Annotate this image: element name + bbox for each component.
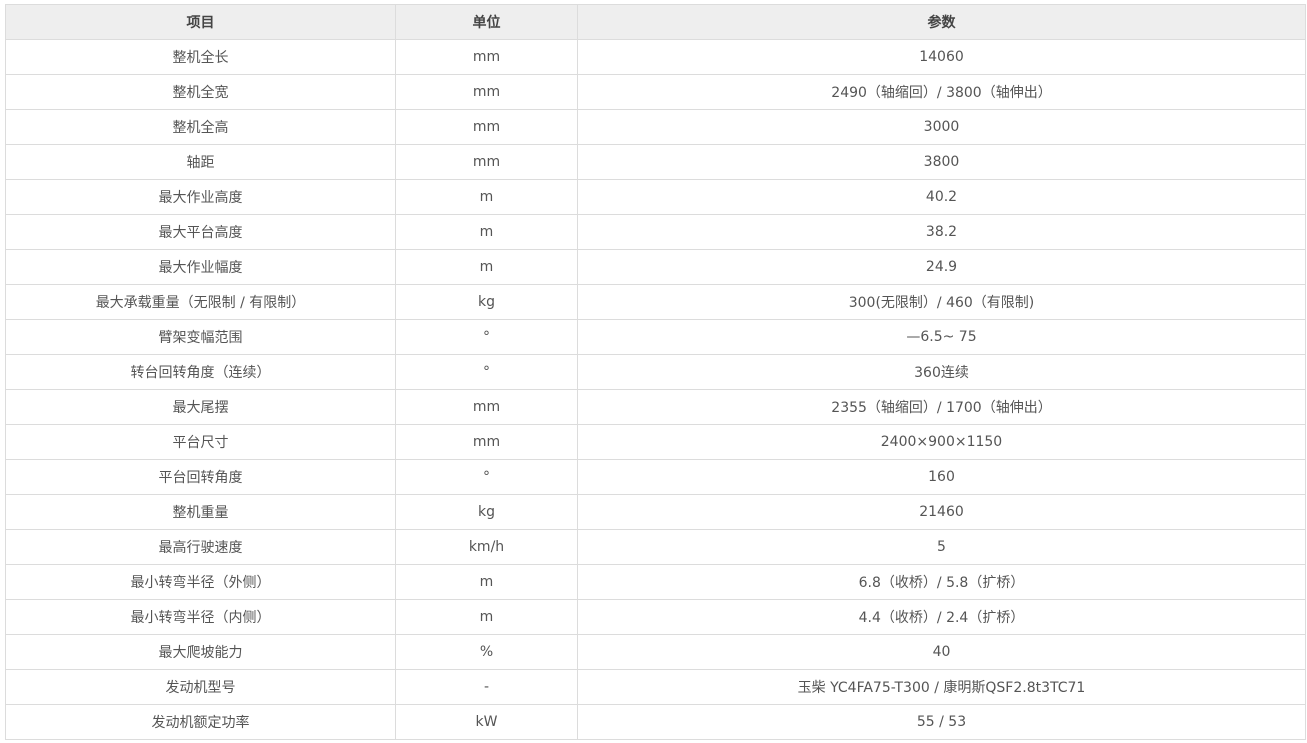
unit-cell: mm (395, 389, 578, 425)
item-cell: 发动机型号 (5, 669, 396, 705)
value-cell: 3800 (577, 144, 1306, 180)
item-cell: 最大作业幅度 (5, 249, 396, 285)
table-row: 整机全宽 mm 2490（轴缩回）/ 3800（轴伸出） (5, 74, 1306, 110)
unit-cell: ° (395, 354, 578, 390)
item-cell: 最高行驶速度 (5, 529, 396, 565)
table-row: 最大爬坡能力 % 40 (5, 634, 1306, 670)
value-cell: 5 (577, 529, 1306, 565)
item-cell: 整机重量 (5, 494, 396, 530)
value-cell: 55 / 53 (577, 704, 1306, 740)
table-row: 最小转弯半径（内侧） m 4.4（收桥）/ 2.4（扩桥） (5, 599, 1306, 635)
item-cell: 平台尺寸 (5, 424, 396, 460)
unit-cell: m (395, 564, 578, 600)
value-cell: —6.5~ 75 (577, 319, 1306, 355)
item-cell: 最小转弯半径（外侧） (5, 564, 396, 600)
table-row: 最大作业幅度 m 24.9 (5, 249, 1306, 285)
item-cell: 最大尾摆 (5, 389, 396, 425)
spec-table-header: 项目 单位 参数 (5, 4, 1306, 40)
unit-cell: % (395, 634, 578, 670)
table-row: 最大作业高度 m 40.2 (5, 179, 1306, 215)
header-value: 参数 (577, 4, 1306, 40)
table-row: 最小转弯半径（外侧） m 6.8（收桥）/ 5.8（扩桥） (5, 564, 1306, 600)
spec-table: 项目 单位 参数 整机全长 mm 14060 整机全宽 mm 2490（轴缩回）… (5, 4, 1306, 740)
table-row: 最高行驶速度 km/h 5 (5, 529, 1306, 565)
spec-table-body: 整机全长 mm 14060 整机全宽 mm 2490（轴缩回）/ 3800（轴伸… (5, 39, 1306, 740)
item-cell: 平台回转角度 (5, 459, 396, 495)
header-unit: 单位 (395, 4, 578, 40)
unit-cell: - (395, 669, 578, 705)
value-cell: 2355（轴缩回）/ 1700（轴伸出） (577, 389, 1306, 425)
value-cell: 24.9 (577, 249, 1306, 285)
value-cell: 160 (577, 459, 1306, 495)
table-row: 轴距 mm 3800 (5, 144, 1306, 180)
item-cell: 最大平台高度 (5, 214, 396, 250)
unit-cell: kg (395, 494, 578, 530)
value-cell: 4.4（收桥）/ 2.4（扩桥） (577, 599, 1306, 635)
item-cell: 最大爬坡能力 (5, 634, 396, 670)
value-cell: 3000 (577, 109, 1306, 145)
table-row: 发动机额定功率 kW 55 / 53 (5, 704, 1306, 740)
value-cell: 40 (577, 634, 1306, 670)
unit-cell: m (395, 179, 578, 215)
value-cell: 2400×900×1150 (577, 424, 1306, 460)
value-cell: 360连续 (577, 354, 1306, 390)
item-cell: 最小转弯半径（内侧） (5, 599, 396, 635)
unit-cell: kg (395, 284, 578, 320)
unit-cell: ° (395, 319, 578, 355)
table-row: 整机全长 mm 14060 (5, 39, 1306, 75)
table-row: 最大承载重量（无限制 / 有限制） kg 300(无限制）/ 460（有限制) (5, 284, 1306, 320)
unit-cell: km/h (395, 529, 578, 565)
item-cell: 发动机额定功率 (5, 704, 396, 740)
item-cell: 臂架变幅范围 (5, 319, 396, 355)
unit-cell: ° (395, 459, 578, 495)
header-row: 项目 单位 参数 (5, 4, 1306, 40)
item-cell: 最大承载重量（无限制 / 有限制） (5, 284, 396, 320)
value-cell: 300(无限制）/ 460（有限制) (577, 284, 1306, 320)
value-cell: 38.2 (577, 214, 1306, 250)
value-cell: 40.2 (577, 179, 1306, 215)
table-row: 整机全高 mm 3000 (5, 109, 1306, 145)
unit-cell: mm (395, 39, 578, 75)
value-cell: 6.8（收桥）/ 5.8（扩桥） (577, 564, 1306, 600)
value-cell: 玉柴 YC4FA75-T300 / 康明斯QSF2.8t3TC71 (577, 669, 1306, 705)
item-cell: 整机全宽 (5, 74, 396, 110)
table-row: 最大平台高度 m 38.2 (5, 214, 1306, 250)
unit-cell: m (395, 599, 578, 635)
item-cell: 整机全高 (5, 109, 396, 145)
table-row: 平台回转角度 ° 160 (5, 459, 1306, 495)
table-row: 平台尺寸 mm 2400×900×1150 (5, 424, 1306, 460)
header-item: 项目 (5, 4, 396, 40)
value-cell: 21460 (577, 494, 1306, 530)
table-row: 发动机型号 - 玉柴 YC4FA75-T300 / 康明斯QSF2.8t3TC7… (5, 669, 1306, 705)
unit-cell: mm (395, 109, 578, 145)
unit-cell: mm (395, 144, 578, 180)
unit-cell: m (395, 214, 578, 250)
unit-cell: kW (395, 704, 578, 740)
table-row: 最大尾摆 mm 2355（轴缩回）/ 1700（轴伸出） (5, 389, 1306, 425)
item-cell: 最大作业高度 (5, 179, 396, 215)
unit-cell: mm (395, 74, 578, 110)
table-row: 转台回转角度（连续） ° 360连续 (5, 354, 1306, 390)
unit-cell: m (395, 249, 578, 285)
table-row: 整机重量 kg 21460 (5, 494, 1306, 530)
item-cell: 整机全长 (5, 39, 396, 75)
item-cell: 转台回转角度（连续） (5, 354, 396, 390)
value-cell: 2490（轴缩回）/ 3800（轴伸出） (577, 74, 1306, 110)
table-row: 臂架变幅范围 ° —6.5~ 75 (5, 319, 1306, 355)
item-cell: 轴距 (5, 144, 396, 180)
unit-cell: mm (395, 424, 578, 460)
value-cell: 14060 (577, 39, 1306, 75)
